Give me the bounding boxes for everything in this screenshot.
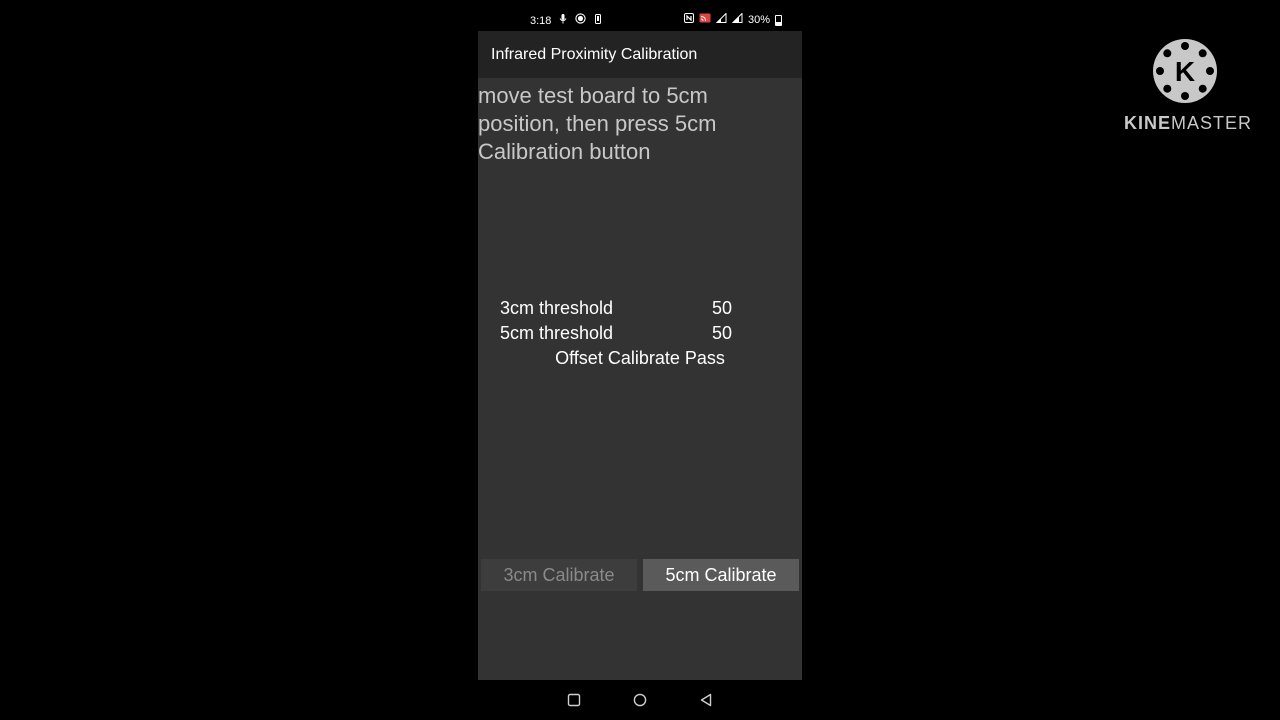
cast-icon	[699, 13, 711, 27]
battery-percent: 30%	[747, 14, 770, 26]
status-bar: 3:18 30%	[478, 10, 802, 30]
record-icon	[575, 13, 587, 28]
wordmark-part1: KINE	[1124, 113, 1172, 133]
square-icon	[567, 693, 581, 707]
kinemaster-watermark: K KINEMASTER	[1124, 36, 1251, 136]
home-button[interactable]	[630, 690, 650, 710]
app-title: Infrared Proximity Calibration	[491, 46, 698, 63]
app-bar: Infrared Proximity Calibration	[478, 31, 802, 78]
recents-button[interactable]	[564, 690, 584, 710]
signal-2-icon	[731, 12, 743, 27]
wordmark-part2: MASTER	[1171, 113, 1253, 133]
status-left: 3:18	[530, 13, 602, 28]
nfc-icon	[683, 13, 694, 27]
threshold-value-3cm: 50	[711, 298, 732, 318]
screen-recording-frame: 3:18 30% Infrared Proximity Calibration …	[0, 0, 1280, 720]
status-time: 3:18	[530, 14, 552, 27]
instruction-text: move test board to 5cm position, then pr…	[478, 83, 717, 164]
threshold-row-5cm: 5cm threshold 50	[500, 323, 732, 345]
threshold-row-3cm: 3cm threshold 50	[500, 298, 732, 320]
signal-1-icon	[715, 12, 727, 27]
threshold-label-5cm: 5cm threshold	[500, 323, 614, 343]
circle-icon	[633, 693, 647, 707]
threshold-value-5cm: 50	[711, 323, 732, 343]
phone-vibrate-icon	[594, 13, 602, 28]
navigation-bar	[478, 684, 802, 716]
kinemaster-wordmark: KINEMASTER	[1124, 113, 1251, 134]
battery-icon	[775, 14, 782, 26]
calibrate-3cm-button[interactable]: 3cm Calibrate	[481, 559, 637, 591]
calibrate-5cm-button[interactable]: 5cm Calibrate	[643, 559, 799, 591]
app-screen: Infrared Proximity Calibration move test…	[478, 31, 802, 680]
calibration-result: Offset Calibrate Pass	[555, 348, 725, 368]
logo-letter: K	[1175, 56, 1195, 87]
mic-icon	[559, 13, 567, 28]
kinemaster-logo-icon: K	[1153, 39, 1217, 103]
status-right: 30%	[683, 12, 782, 27]
back-button[interactable]	[696, 690, 716, 710]
back-triangle-icon	[700, 693, 712, 707]
threshold-label-3cm: 3cm threshold	[500, 298, 614, 318]
